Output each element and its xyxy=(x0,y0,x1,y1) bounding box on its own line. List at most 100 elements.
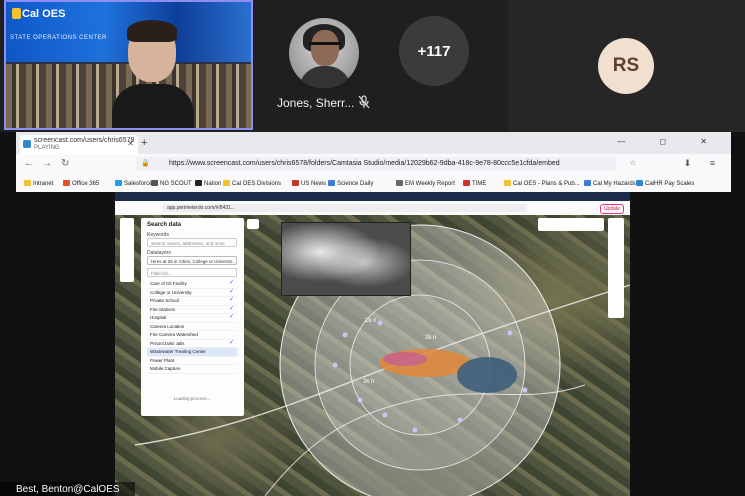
layer-list-item[interactable]: College or University ✓ xyxy=(147,289,237,297)
bookmark-favicon-icon xyxy=(195,180,202,186)
bookmark-label: TIME xyxy=(472,181,487,187)
browser-window: screencast.com/users/chris6578 PLAYING ✕… xyxy=(16,132,731,192)
participant-person xyxy=(112,20,194,128)
inner-url-text: app.perimeterdo.com/#/8431... xyxy=(163,204,527,212)
bookmark-item[interactable]: Cal My Hazards xyxy=(584,180,636,187)
reload-icon[interactable]: ↻ xyxy=(61,158,69,169)
state-operations-center-sign: STATE OPERATIONS CENTER xyxy=(10,35,107,41)
layer-list-item[interactable]: Mobile Capture xyxy=(147,365,237,374)
map-side-toolbar[interactable] xyxy=(120,218,134,282)
filter-input[interactable]: Filter list... xyxy=(147,268,237,277)
checkmark-icon: ✓ xyxy=(228,305,234,312)
bookmark-label: Salesforce xyxy=(124,181,153,187)
bookmark-item[interactable]: NG SCOUT xyxy=(151,180,192,187)
mic-off-icon xyxy=(358,95,370,109)
loading-status: Loading process... xyxy=(173,396,211,401)
bookmark-item[interactable]: Office 365 xyxy=(63,180,99,187)
layer-label: Care of Oil Facility xyxy=(150,281,187,286)
layer-list-item[interactable]: Fire Stations ✓ xyxy=(147,305,237,314)
window-controls[interactable]: — ◻ ✕ xyxy=(617,137,723,146)
close-tab-icon[interactable]: ✕ xyxy=(127,139,134,148)
participant-avatar-photo[interactable] xyxy=(289,18,359,88)
url-text: https://www.screencast.com/users/chris65… xyxy=(169,160,560,167)
presenter-name: Best, Benton@CalOES xyxy=(16,484,120,495)
address-bar[interactable]: 🔒 https://www.screencast.com/users/chris… xyxy=(136,157,636,171)
layer-list-item[interactable]: Prison/Jails/ Jails ✓ xyxy=(147,340,237,348)
bookmark-star-icon[interactable]: ☆ xyxy=(630,157,636,171)
bookmarks-bar: Intranet Office 365 Salesforce NG SCOUT Nati… xyxy=(16,175,731,192)
bookmark-item[interactable]: Intranet xyxy=(24,180,53,187)
bookmark-favicon-icon xyxy=(636,180,643,186)
bookmark-label: Cal OES Divisions xyxy=(232,181,282,187)
layer-list-item[interactable]: Care of Oil Facility ✓ xyxy=(147,280,237,289)
panel-title: Search data xyxy=(147,222,182,228)
initials-avatar: RS xyxy=(598,38,654,94)
back-icon[interactable]: ← xyxy=(24,158,34,169)
bookmark-item[interactable]: Cal OES - Plans & Pub... xyxy=(504,180,580,187)
checkmark-icon: ✓ xyxy=(228,280,234,286)
bookmark-favicon-icon xyxy=(63,180,70,186)
bookmark-item[interactable]: US News xyxy=(292,180,326,187)
layer-list-item[interactable]: Private School ✓ xyxy=(147,297,237,306)
layer-label: Camera Location xyxy=(150,323,185,329)
participant-name: Jones, Sherr... xyxy=(277,96,355,110)
bookmark-label: Cal My Hazards xyxy=(593,181,636,187)
new-tab-button[interactable]: + xyxy=(141,137,147,149)
bookmark-item[interactable]: Nation xyxy=(195,180,221,187)
bookmark-item[interactable]: Salesforce xyxy=(115,180,152,187)
tab-title: screencast.com/users/chris6578 xyxy=(34,137,135,144)
shared-screen: screencast.com/users/chris6578 PLAYING ✕… xyxy=(0,132,745,496)
overflow-participants-button[interactable]: +117 xyxy=(399,16,469,86)
layer-label: Fire Camera Watershed xyxy=(150,332,198,337)
update-button[interactable]: Update xyxy=(600,204,624,214)
bookmark-label: Office 365 xyxy=(72,181,100,187)
forward-icon[interactable]: → xyxy=(42,158,52,169)
bookmark-label: EM Weekly Report xyxy=(405,181,455,187)
bookmark-item[interactable]: TIME xyxy=(463,180,486,187)
inner-address-row: app.perimeterdo.com/#/8431... Update xyxy=(115,201,630,215)
bookmark-label: Nation xyxy=(204,181,222,187)
bookmark-label: Cal OES - Plans & Pub... xyxy=(513,181,580,187)
layer-label: Mobile Capture xyxy=(150,366,181,371)
layer-label: Prison/Jails/ Jails xyxy=(150,340,185,346)
bookmark-item[interactable]: Cal OES Divisions xyxy=(223,180,281,187)
tab-strip: screencast.com/users/chris6578 PLAYING ✕… xyxy=(16,132,731,154)
bookmark-item[interactable]: CalHR Pay Scales xyxy=(636,180,694,187)
map-right-toolbar[interactable] xyxy=(608,218,624,318)
cal-oes-logo-icon xyxy=(12,8,21,19)
bookmark-favicon-icon xyxy=(292,180,299,186)
layer-list-item[interactable]: Fire Camera Watershed xyxy=(147,331,237,340)
checkmark-icon: ✓ xyxy=(228,314,234,320)
bookmark-favicon-icon xyxy=(396,180,403,186)
lock-icon: 🔒 xyxy=(141,160,150,167)
ring-label-2: 2k n xyxy=(425,335,437,341)
bookmark-label: US News xyxy=(301,181,327,187)
layer-label: Fire Stations xyxy=(150,306,176,312)
self-video-tile[interactable]: Cal OES STATE OPERATIONS CENTER xyxy=(4,0,253,130)
smoke-camera-image[interactable] xyxy=(281,222,411,296)
cal-oes-logo-text: Cal OES xyxy=(22,8,66,20)
browser-tab[interactable]: screencast.com/users/chris6578 PLAYING ✕ xyxy=(20,135,138,154)
bookmark-favicon-icon xyxy=(584,180,591,186)
layer-list-item[interactable]: Camera Location xyxy=(147,323,237,331)
bookmark-item[interactable]: EM Weekly Report xyxy=(396,180,455,187)
toolbar-icons[interactable]: ⬇ ≡ xyxy=(684,158,723,169)
map-top-toolbar[interactable] xyxy=(538,218,604,231)
layer-list-item[interactable]: Power Plant xyxy=(147,357,237,365)
datalayer-select[interactable]: Hires at 25 in Cities, College or Univer… xyxy=(147,256,237,265)
layer-label: Private School xyxy=(150,298,180,303)
bookmark-item[interactable]: Science Daily xyxy=(328,180,373,187)
layer-label: Power Plant xyxy=(150,357,175,363)
search-data-panel: Search data Keywords Search names, addre… xyxy=(141,218,244,416)
bookmark-favicon-icon xyxy=(24,180,31,186)
layer-list-item[interactable]: Hospital ✓ xyxy=(147,314,237,323)
bookmark-favicon-icon xyxy=(115,180,122,186)
map-zoom-control[interactable] xyxy=(247,219,259,229)
bookmark-favicon-icon xyxy=(504,180,511,186)
inner-tab-strip xyxy=(115,192,630,201)
layer-label: College or University xyxy=(150,289,192,295)
keywords-search-input[interactable]: Search names, addresses, and more xyxy=(147,238,237,247)
lake xyxy=(457,357,517,393)
layer-list-item[interactable]: Wastewater Treating Center xyxy=(147,348,237,357)
bookmark-favicon-icon xyxy=(328,180,335,186)
